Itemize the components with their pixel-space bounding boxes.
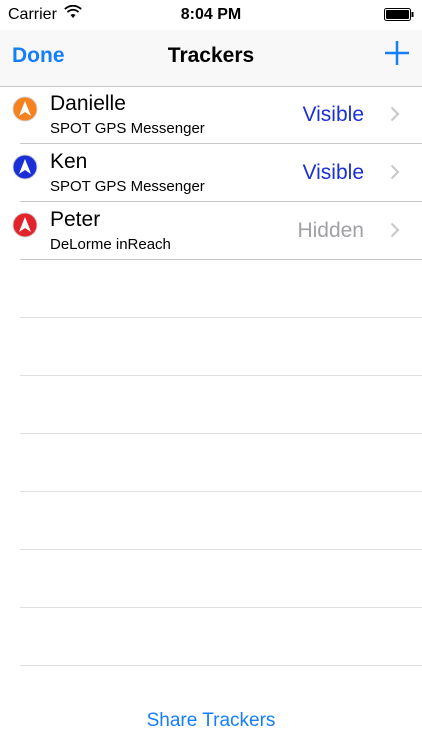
empty-row xyxy=(20,434,422,492)
tracker-list: Danielle SPOT GPS Messenger Visible Ken SPOT… xyxy=(0,86,422,666)
tracker-pin-icon xyxy=(12,154,38,180)
tracker-name: Ken xyxy=(50,150,88,173)
clock: 8:04 PM xyxy=(180,6,242,23)
tracker-name: Peter xyxy=(50,208,101,231)
plus-icon[interactable] xyxy=(382,38,412,68)
chevron-right-icon xyxy=(390,222,400,238)
share-trackers-button[interactable]: Share Trackers xyxy=(0,710,422,732)
chevron-right-icon xyxy=(390,106,400,122)
tracker-pin-icon xyxy=(12,96,38,122)
tracker-row[interactable]: Ken SPOT GPS Messenger Visible xyxy=(12,144,422,202)
tracker-visibility-status[interactable]: Hidden xyxy=(297,219,364,243)
tracker-device: DeLorme inReach xyxy=(50,236,171,253)
status-bar: Carrier 8:04 PM xyxy=(0,0,422,30)
tracker-name: Danielle xyxy=(50,92,126,115)
battery-icon xyxy=(384,8,414,21)
empty-row xyxy=(20,608,422,666)
empty-row xyxy=(20,550,422,608)
tracker-row[interactable]: Danielle SPOT GPS Messenger Visible xyxy=(12,86,422,144)
page-title: Trackers xyxy=(167,44,255,67)
tracker-pin-icon xyxy=(12,212,38,238)
empty-row xyxy=(20,376,422,434)
chevron-right-icon xyxy=(390,164,400,180)
tracker-row[interactable]: Peter DeLorme inReach Hidden xyxy=(12,202,422,260)
tracker-device: SPOT GPS Messenger xyxy=(50,120,205,137)
navigation-bar: Done Trackers xyxy=(0,30,422,87)
empty-row xyxy=(20,318,422,376)
empty-row xyxy=(20,492,422,550)
tracker-visibility-status[interactable]: Visible xyxy=(303,161,364,185)
empty-row xyxy=(20,260,422,318)
tracker-visibility-status[interactable]: Visible xyxy=(303,103,364,127)
tracker-device: SPOT GPS Messenger xyxy=(50,178,205,195)
